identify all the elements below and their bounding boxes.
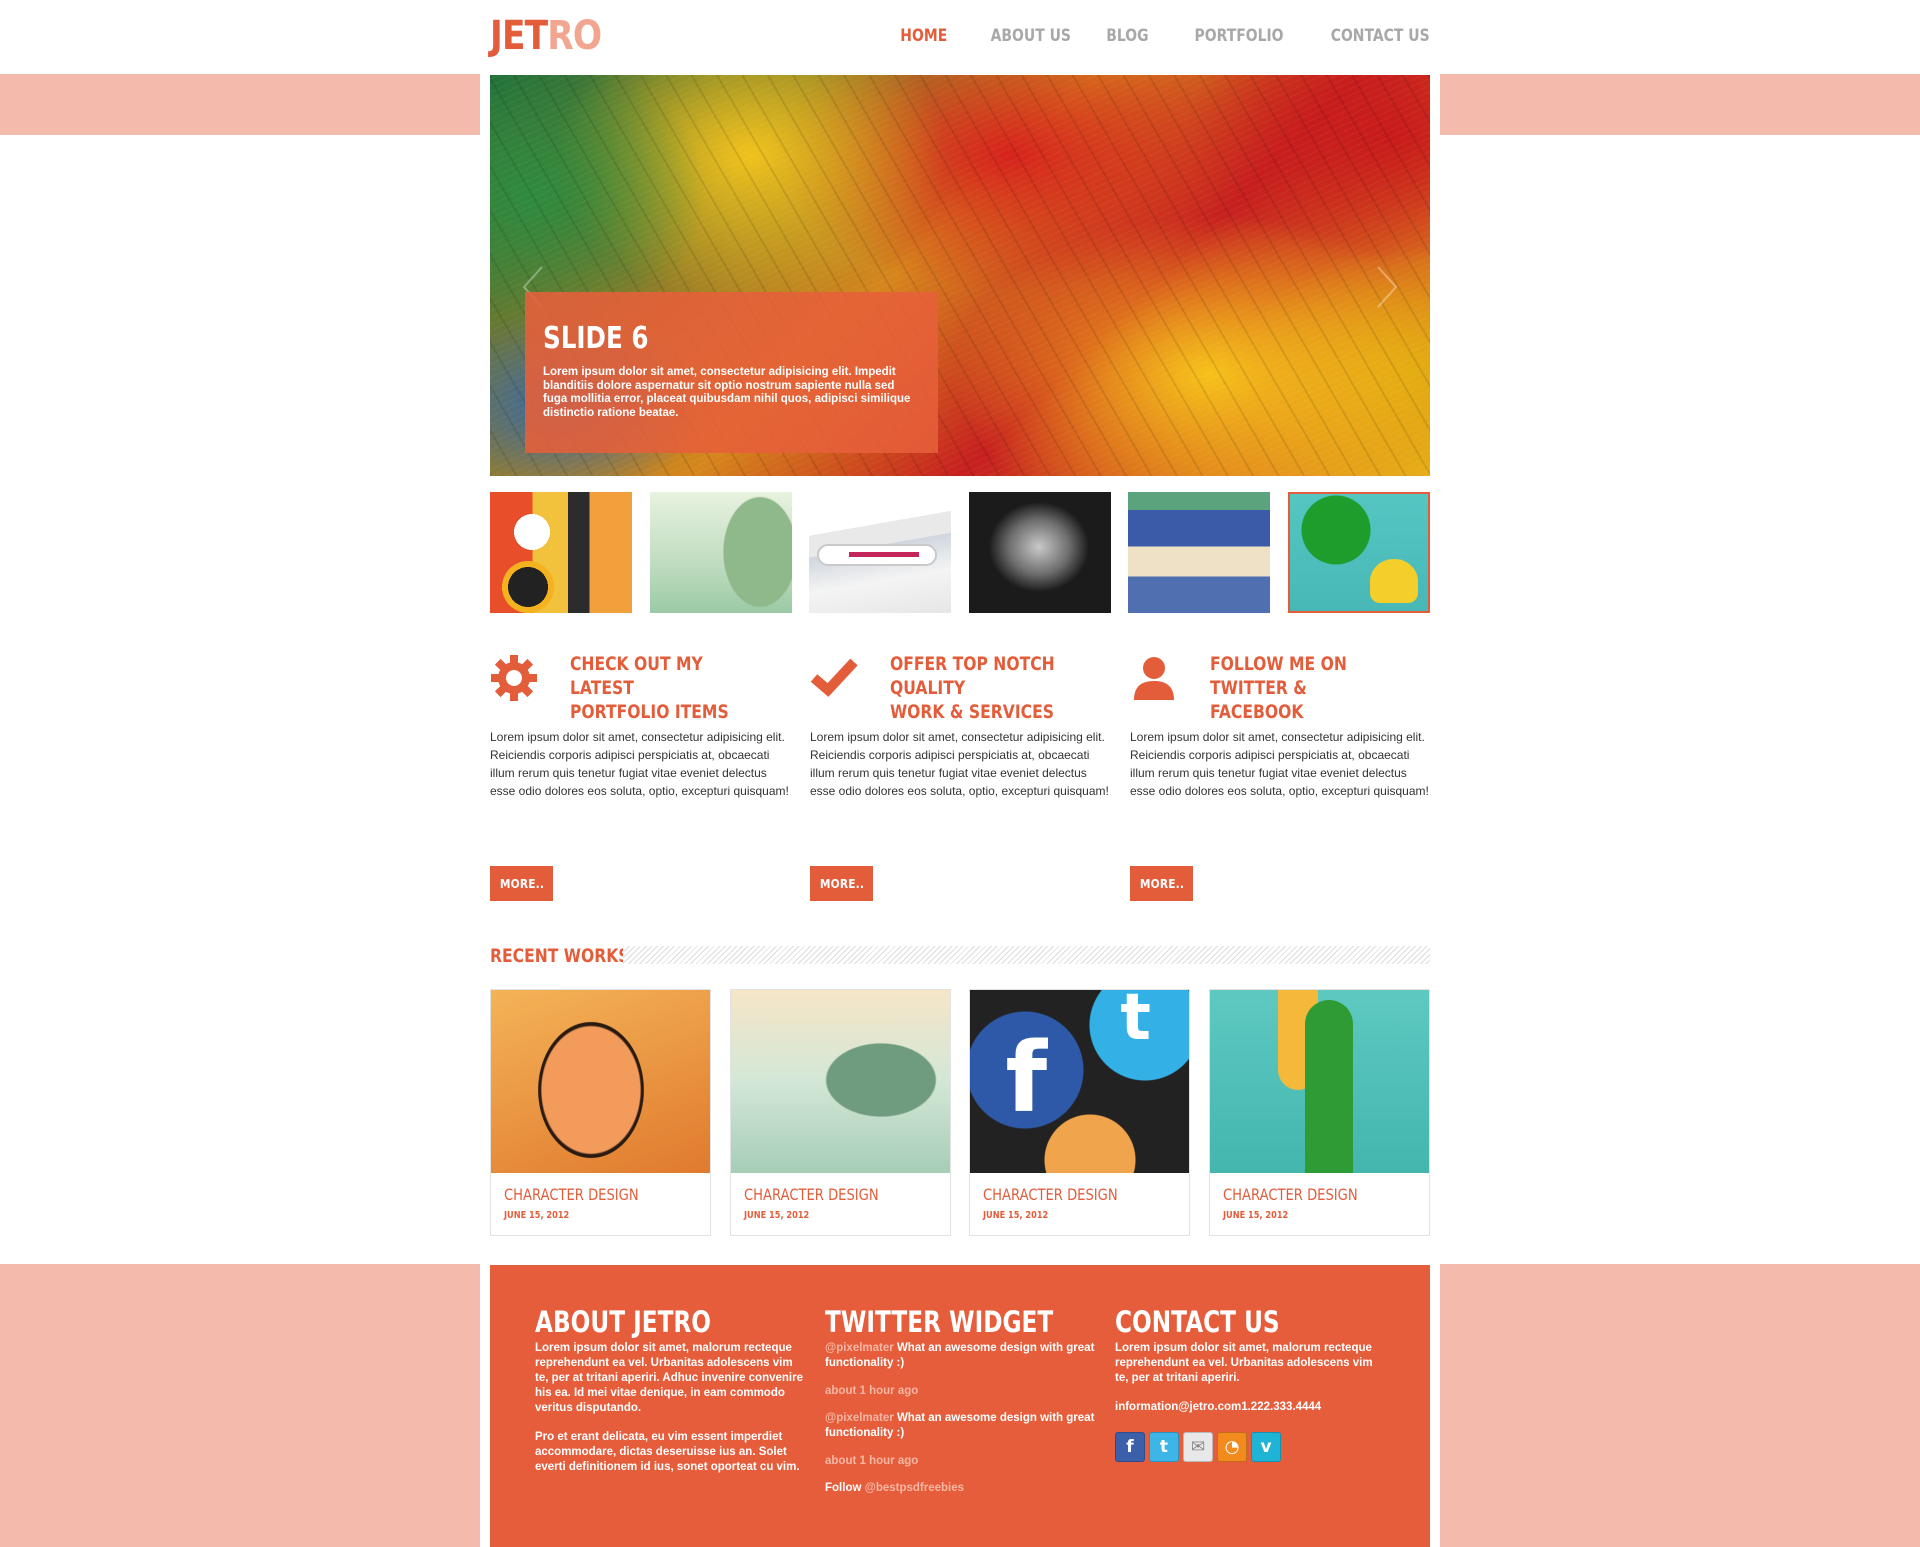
more-button[interactable]: MORE.. (1130, 866, 1193, 901)
feature-title: OFFER TOP NOTCH QUALITY WORK & SERVICES (890, 653, 1055, 723)
work-title[interactable]: CHARACTER DESIGN (1223, 1185, 1358, 1205)
footer-about-p2: Pro et erant delicata, eu vim essent imp… (535, 1431, 800, 1473)
slide-text: Lorem ipsum dolor sit amet, consectetur … (543, 366, 911, 419)
recent-works-divider (623, 946, 1430, 964)
slider-thumbnails (490, 492, 1430, 613)
thumbnail-5[interactable] (1128, 492, 1271, 613)
hero-slider[interactable]: SLIDE 6 Lorem ipsum dolor sit amet, cons… (490, 75, 1430, 476)
vimeo-icon[interactable]: v (1251, 1432, 1281, 1462)
work-card[interactable]: CHARACTER DESIGN JUNE 15, 2012 (1208, 989, 1430, 1236)
footer-twitter-title: TWITTER WIDGET (825, 1305, 1054, 1339)
rss-icon[interactable]: ◔ (1217, 1432, 1247, 1462)
thumbnail-figure (1369, 559, 1418, 603)
nav-blog[interactable]: BLOG (1107, 26, 1149, 46)
follow-label: Follow (825, 1482, 865, 1494)
more-button[interactable]: MORE.. (810, 866, 873, 901)
thumbnail-1[interactable] (490, 492, 632, 613)
nav-portfolio[interactable]: PORTFOLIO (1194, 26, 1283, 46)
tweet-time[interactable]: about 1 hour ago (825, 1455, 1095, 1467)
work-card[interactable]: ft CHARACTER DESIGN JUNE 15, 2012 (969, 989, 1191, 1236)
facebook-icon[interactable]: f (1115, 1432, 1145, 1462)
gear-icon (491, 655, 537, 701)
thumbnail-3[interactable] (809, 492, 952, 613)
email-icon[interactable]: ✉ (1183, 1432, 1213, 1462)
feature-quality: OFFER TOP NOTCH QUALITY WORK & SERVICES … (810, 650, 1110, 902)
work-image (1209, 990, 1429, 1173)
facebook-logo-icon: f (1005, 1022, 1048, 1134)
next-arrow-icon[interactable] (1374, 265, 1400, 309)
work-date: JUNE 15, 2012 (983, 1210, 1049, 1221)
footer-contact-details[interactable]: information@jetro.com1.222.333.4444 (1115, 1400, 1385, 1415)
footer-contact-text: Lorem ipsum dolor sit amet, malorum rect… (1115, 1342, 1373, 1384)
slide-title: SLIDE 6 (543, 321, 649, 356)
work-title[interactable]: CHARACTER DESIGN (504, 1185, 639, 1205)
footer-contact: CONTACT US Lorem ipsum dolor sit amet, m… (1115, 1305, 1385, 1462)
work-card[interactable]: CHARACTER DESIGN JUNE 15, 2012 (490, 989, 711, 1236)
airplane-stripe (849, 552, 920, 557)
thumbnail-4[interactable] (968, 492, 1111, 613)
feature-title: FOLLOW ME ON TWITTER & FACEBOOK (1210, 653, 1347, 723)
more-button[interactable]: MORE.. (490, 866, 553, 901)
feature-text: Lorem ipsum dolor sit amet, consectetur … (1130, 730, 1429, 798)
feature-text: Lorem ipsum dolor sit amet, consectetur … (490, 730, 789, 798)
features-section: CHECK OUT MY LATEST PORTFOLIO ITEMS Lore… (490, 650, 1430, 902)
main-nav: HOME ABOUT US BLOG PORTFOLIO CONTACT US (890, 26, 1430, 46)
footer-twitter: TWITTER WIDGET @pixelmater What an aweso… (825, 1305, 1095, 1510)
work-title[interactable]: CHARACTER DESIGN (744, 1185, 879, 1205)
nav-about-us[interactable]: ABOUT US (991, 26, 1071, 46)
follow-handle[interactable]: @bestpsdfreebies (865, 1482, 964, 1494)
tweet: @pixelmater What an awesome design with … (825, 1411, 1095, 1441)
work-date: JUNE 15, 2012 (743, 1210, 809, 1221)
user-icon (1134, 657, 1174, 700)
work-date: JUNE 15, 2012 (1222, 1210, 1289, 1221)
site-logo[interactable]: JETRO (490, 13, 602, 59)
slide-caption: SLIDE 6 Lorem ipsum dolor sit amet, cons… (525, 292, 938, 453)
thumbnail-6[interactable] (1287, 492, 1430, 613)
work-title[interactable]: CHARACTER DESIGN (983, 1185, 1118, 1205)
recent-works-grid: CHARACTER DESIGN JUNE 15, 2012 CHARACTER… (490, 989, 1430, 1236)
tweet-handle[interactable]: @pixelmater (825, 1342, 894, 1354)
tweet-time[interactable]: about 1 hour ago (825, 1385, 1095, 1397)
feature-social: FOLLOW ME ON TWITTER & FACEBOOK Lorem ip… (1130, 650, 1430, 902)
work-image (491, 990, 710, 1173)
footer-contact-title: CONTACT US (1115, 1305, 1280, 1339)
twitter-icon[interactable]: t (1149, 1432, 1179, 1462)
thumbnail-2[interactable] (649, 492, 792, 613)
follow-line: Follow @bestpsdfreebies (825, 1481, 1095, 1496)
nav-home[interactable]: HOME (900, 26, 947, 46)
work-image (730, 990, 950, 1173)
footer-about-title: ABOUT JETRO (535, 1305, 711, 1339)
work-image: ft (970, 990, 1190, 1173)
recent-works-title: RECENT WORKS (490, 945, 630, 967)
work-card[interactable]: CHARACTER DESIGN JUNE 15, 2012 (729, 989, 951, 1236)
work-date: JUNE 15, 2012 (504, 1210, 570, 1221)
twitter-logo-icon: t (1120, 990, 1151, 1055)
footer-about-p1: Lorem ipsum dolor sit amet, malorum rect… (535, 1342, 803, 1414)
nav-contact-us[interactable]: CONTACT US (1331, 26, 1430, 46)
checkmark-icon (810, 658, 858, 697)
logo-part-2: RO (547, 13, 602, 59)
site-footer: ABOUT JETRO Lorem ipsum dolor sit amet, … (490, 1265, 1430, 1547)
social-icons: f t ✉ ◔ v (1115, 1432, 1385, 1462)
footer-about: ABOUT JETRO Lorem ipsum dolor sit amet, … (535, 1305, 805, 1489)
tweet: @pixelmater What an awesome design with … (825, 1341, 1095, 1371)
green-character (1304, 1000, 1353, 1173)
tweet-handle[interactable]: @pixelmater (825, 1412, 894, 1424)
logo-part-1: JET (490, 13, 548, 59)
feature-title: CHECK OUT MY LATEST PORTFOLIO ITEMS (570, 653, 729, 723)
feature-text: Lorem ipsum dolor sit amet, consectetur … (810, 730, 1109, 798)
feature-portfolio: CHECK OUT MY LATEST PORTFOLIO ITEMS Lore… (490, 650, 790, 902)
